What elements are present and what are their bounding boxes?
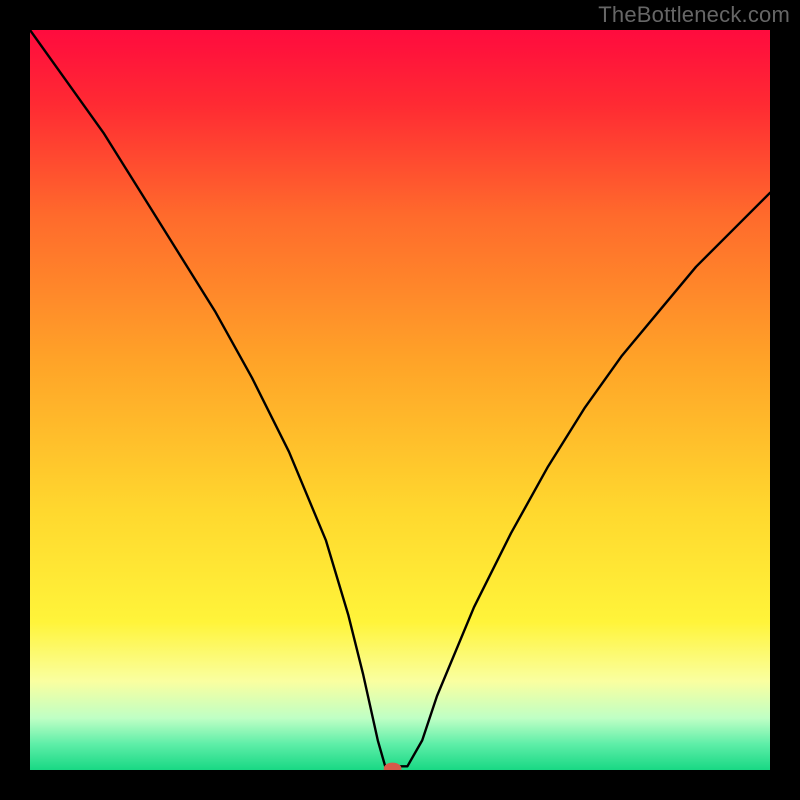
chart-frame: TheBottleneck.com: [0, 0, 800, 800]
gradient-background: [30, 30, 770, 770]
watermark-text: TheBottleneck.com: [598, 2, 790, 28]
chart-svg: [30, 30, 770, 770]
plot-area: [30, 30, 770, 770]
